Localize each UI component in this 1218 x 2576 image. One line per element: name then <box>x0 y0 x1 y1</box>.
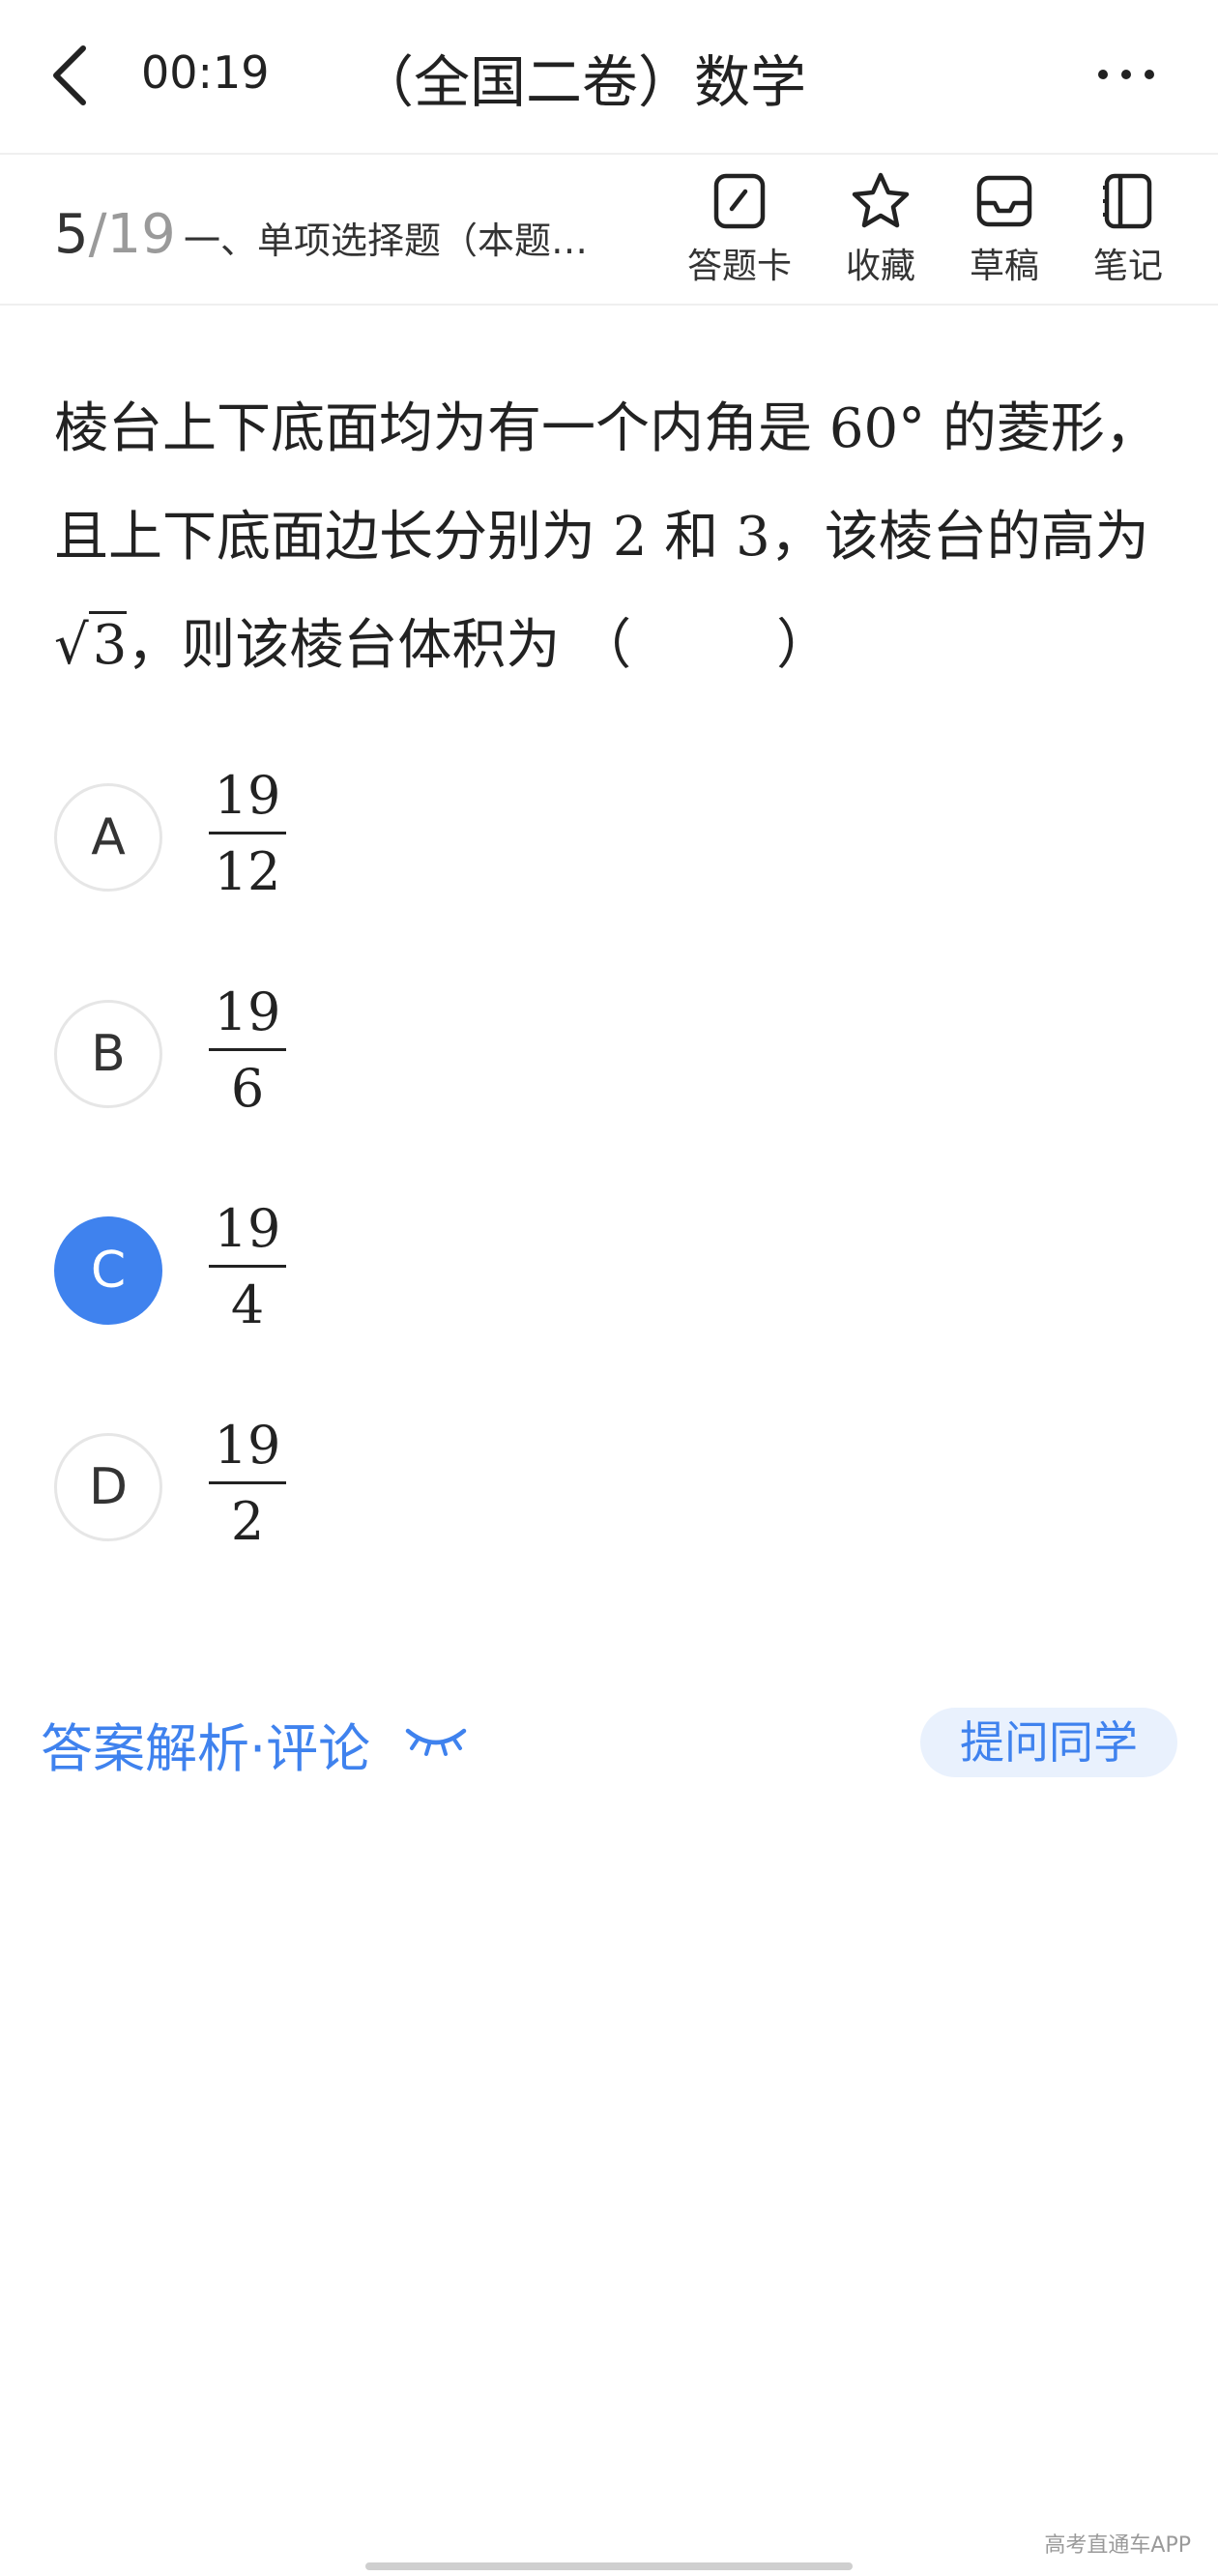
fraction-bar <box>209 1265 286 1268</box>
section-title[interactable]: 一、单项选择题（本题… <box>184 211 628 264</box>
option-fraction: 19 2 <box>209 1414 286 1554</box>
option-a[interactable]: A 19 12 <box>54 764 634 909</box>
progress-separator: / <box>88 203 107 266</box>
notes-button[interactable]: 笔记 <box>1065 170 1191 288</box>
draft-label: 草稿 <box>969 247 1039 286</box>
fraction-numerator: 19 <box>214 981 281 1042</box>
star-icon <box>852 172 910 228</box>
math-number: 2 <box>612 506 648 569</box>
option-letter: A <box>54 783 162 892</box>
answer-card-button[interactable]: 答题卡 <box>677 170 802 288</box>
app-watermark: 高考直通车APP <box>1044 2533 1191 2558</box>
option-fraction: 19 12 <box>209 764 286 904</box>
option-b[interactable]: B 19 6 <box>54 981 634 1126</box>
favorite-button[interactable]: 收藏 <box>818 170 943 288</box>
fraction-denominator: 2 <box>230 1491 265 1552</box>
home-indicator[interactable] <box>365 2562 853 2570</box>
ask-classmate-button[interactable]: 提问同学 <box>920 1708 1177 1777</box>
favorite-label: 收藏 <box>845 247 915 286</box>
eye-closed-icon[interactable] <box>402 1721 470 1760</box>
question-toolbar: 5/19 一、单项选择题（本题… 答题卡 收藏 草稿 笔记 <box>0 155 1218 306</box>
page-title: （全国二卷）数学 <box>358 49 807 115</box>
option-c[interactable]: C 19 4 <box>54 1197 634 1342</box>
question-text: ，则该棱台体积为 <box>127 614 561 677</box>
option-fraction: 19 4 <box>209 1197 286 1337</box>
option-d[interactable]: D 19 2 <box>54 1414 634 1559</box>
question-text: 棱台上下底面均为有一个内角是 <box>54 397 812 460</box>
notebook-icon <box>1103 173 1152 229</box>
draft-tray-icon <box>976 175 1032 227</box>
fraction-bar <box>209 1481 286 1484</box>
sqrt-symbol: √ <box>54 614 89 677</box>
dot-icon <box>1098 70 1108 79</box>
answer-blank-open: （ <box>577 614 632 677</box>
fraction-denominator: 12 <box>214 841 281 902</box>
option-letter: C <box>54 1216 162 1325</box>
current-question-number: 5 <box>54 203 89 266</box>
timer: 00:19 <box>141 46 270 99</box>
math-sqrt: √3 <box>54 611 128 677</box>
back-button[interactable] <box>39 37 106 114</box>
top-bar: 00:19 （全国二卷）数学 <box>0 0 1218 155</box>
fraction-bar <box>209 1048 286 1051</box>
answer-analysis-link[interactable]: 答案解析·评论 <box>41 1706 370 1782</box>
fraction-numerator: 19 <box>214 1198 281 1259</box>
notes-label: 笔记 <box>1092 247 1163 286</box>
fraction-numerator: 19 <box>214 1415 281 1476</box>
fraction-bar <box>209 832 286 834</box>
answer-card-icon <box>713 173 766 229</box>
fraction-denominator: 6 <box>230 1058 265 1119</box>
question-text: ，该棱台的高为 <box>769 506 1149 569</box>
answer-blank-close: ） <box>776 614 831 677</box>
option-letter: B <box>54 1000 162 1108</box>
option-letter: D <box>54 1433 162 1541</box>
chevron-left-icon <box>53 45 86 105</box>
draft-button[interactable]: 草稿 <box>942 170 1067 288</box>
question-progress[interactable]: 5/19 <box>54 203 176 266</box>
math-number: 3 <box>736 506 770 569</box>
sqrt-argument: 3 <box>88 611 128 677</box>
dot-icon <box>1121 70 1131 79</box>
dot-icon <box>1145 70 1154 79</box>
option-fraction: 19 6 <box>209 981 286 1121</box>
question-page: 00:19 （全国二卷）数学 5/19 一、单项选择题（本题… 答题卡 收藏 草… <box>0 0 1218 2576</box>
total-questions: 19 <box>106 203 176 266</box>
more-button[interactable] <box>1092 56 1160 95</box>
question-stem: 棱台上下底面均为有一个内角是 60° 的菱形，且上下底面边长分别为 2 和 3，… <box>54 375 1166 700</box>
fraction-denominator: 4 <box>230 1274 265 1335</box>
math-angle: 60° <box>828 397 926 460</box>
answer-card-label: 答题卡 <box>686 247 792 286</box>
question-text: 和 <box>664 506 719 569</box>
fraction-numerator: 19 <box>214 765 281 826</box>
